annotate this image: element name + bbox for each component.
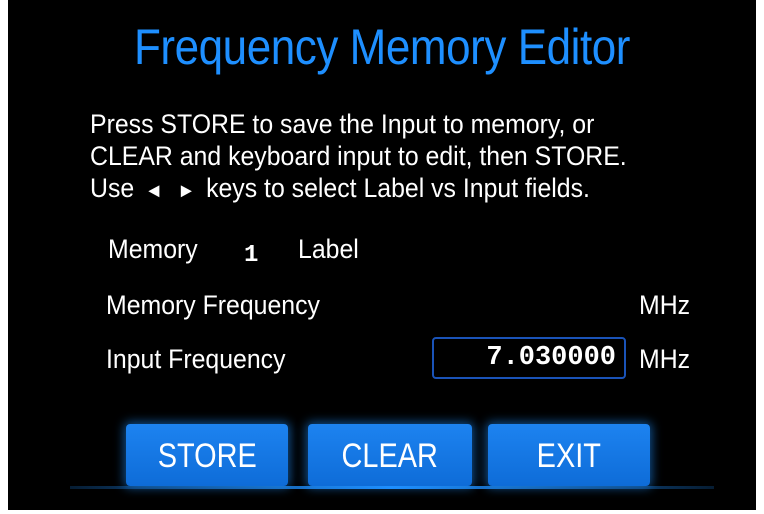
instructions: Press STORE to save the Input to memory,… bbox=[90, 108, 750, 207]
store-button[interactable]: STORE bbox=[126, 424, 288, 486]
instruction-line-3-suffix: keys to select Label vs Input fields. bbox=[206, 173, 590, 203]
memory-frequency-unit: MHz bbox=[639, 290, 691, 320]
left-arrow-icon: ◄ bbox=[144, 180, 163, 202]
instruction-line-3: Use ◄ ► keys to select Label vs Input fi… bbox=[90, 172, 697, 207]
button-bar-glow-line bbox=[70, 486, 714, 489]
input-frequency-unit: MHz bbox=[639, 344, 691, 374]
right-arrow-icon: ► bbox=[177, 180, 196, 202]
memory-number[interactable]: 1 bbox=[244, 242, 258, 269]
exit-button[interactable]: EXIT bbox=[488, 424, 650, 486]
input-frequency-field[interactable]: 7.030000 bbox=[432, 337, 626, 379]
input-frequency-label: Input Frequency bbox=[106, 344, 286, 374]
memory-label-field[interactable]: Label bbox=[298, 234, 359, 265]
memory-frequency-label: Memory Frequency bbox=[106, 290, 320, 320]
clear-button[interactable]: CLEAR bbox=[308, 424, 472, 486]
store-button-label: STORE bbox=[157, 437, 257, 475]
exit-button-label: EXIT bbox=[536, 437, 602, 475]
memory-prefix-label: Memory bbox=[108, 234, 198, 264]
clear-button-label: CLEAR bbox=[341, 437, 439, 475]
page-title: Frequency Memory Editor bbox=[133, 19, 631, 75]
instruction-line-3-prefix: Use bbox=[90, 173, 135, 203]
instruction-line-2: CLEAR and keyboard input to edit, then S… bbox=[90, 141, 627, 171]
instruction-line-1: Press STORE to save the Input to memory,… bbox=[90, 109, 595, 139]
editor-screen: Frequency Memory Editor Press STORE to s… bbox=[8, 0, 756, 510]
